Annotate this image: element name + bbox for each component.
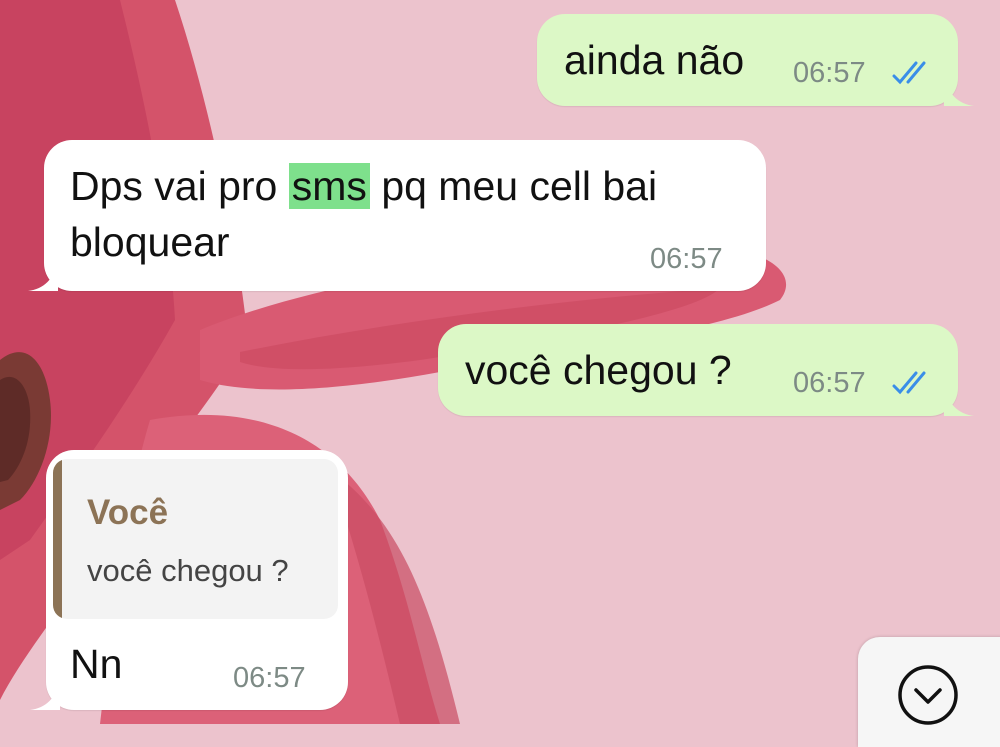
message-text: Nn <box>70 641 123 687</box>
bubble-tail <box>944 386 974 416</box>
message-bubble-outgoing[interactable]: você chegou ? 06:57 <box>438 324 974 416</box>
double-check-icon <box>892 371 926 395</box>
message-time: 06:57 <box>793 57 866 89</box>
message-time: 06:57 <box>793 367 866 399</box>
message-text: ainda não <box>564 37 745 83</box>
double-check-icon <box>892 61 926 85</box>
message-text-part: Dps vai pro <box>70 163 289 209</box>
message-text-part: pq meu cell bai <box>369 163 658 209</box>
message-time: 06:57 <box>233 662 306 694</box>
bubble-tail <box>30 680 60 710</box>
message-bubble-incoming[interactable]: Você você chegou ? Nn 06:57 <box>30 450 348 710</box>
message-time: 06:57 <box>650 243 723 275</box>
reply-text: você chegou ? <box>87 553 289 588</box>
bubble-tail <box>28 261 58 291</box>
message-text-line2: bloquear <box>70 219 230 265</box>
message-text: Dps vai pro sms pq meu cell bai <box>70 158 657 214</box>
reply-accent-bar <box>53 459 62 619</box>
message-bubble-outgoing[interactable]: ainda não 06:57 <box>537 14 974 106</box>
bubble-tail <box>944 76 974 106</box>
message-bubble-incoming[interactable]: Dps vai pro sms pq meu cell bai bloquear… <box>28 140 766 291</box>
message-text: você chegou ? <box>465 347 732 393</box>
chevron-down-circle-icon <box>898 665 958 725</box>
highlighted-word: sms <box>288 163 370 209</box>
reply-quote[interactable]: Você você chegou ? <box>53 459 338 619</box>
reply-author: Você <box>87 493 169 532</box>
scroll-to-bottom-button[interactable] <box>858 637 1000 747</box>
